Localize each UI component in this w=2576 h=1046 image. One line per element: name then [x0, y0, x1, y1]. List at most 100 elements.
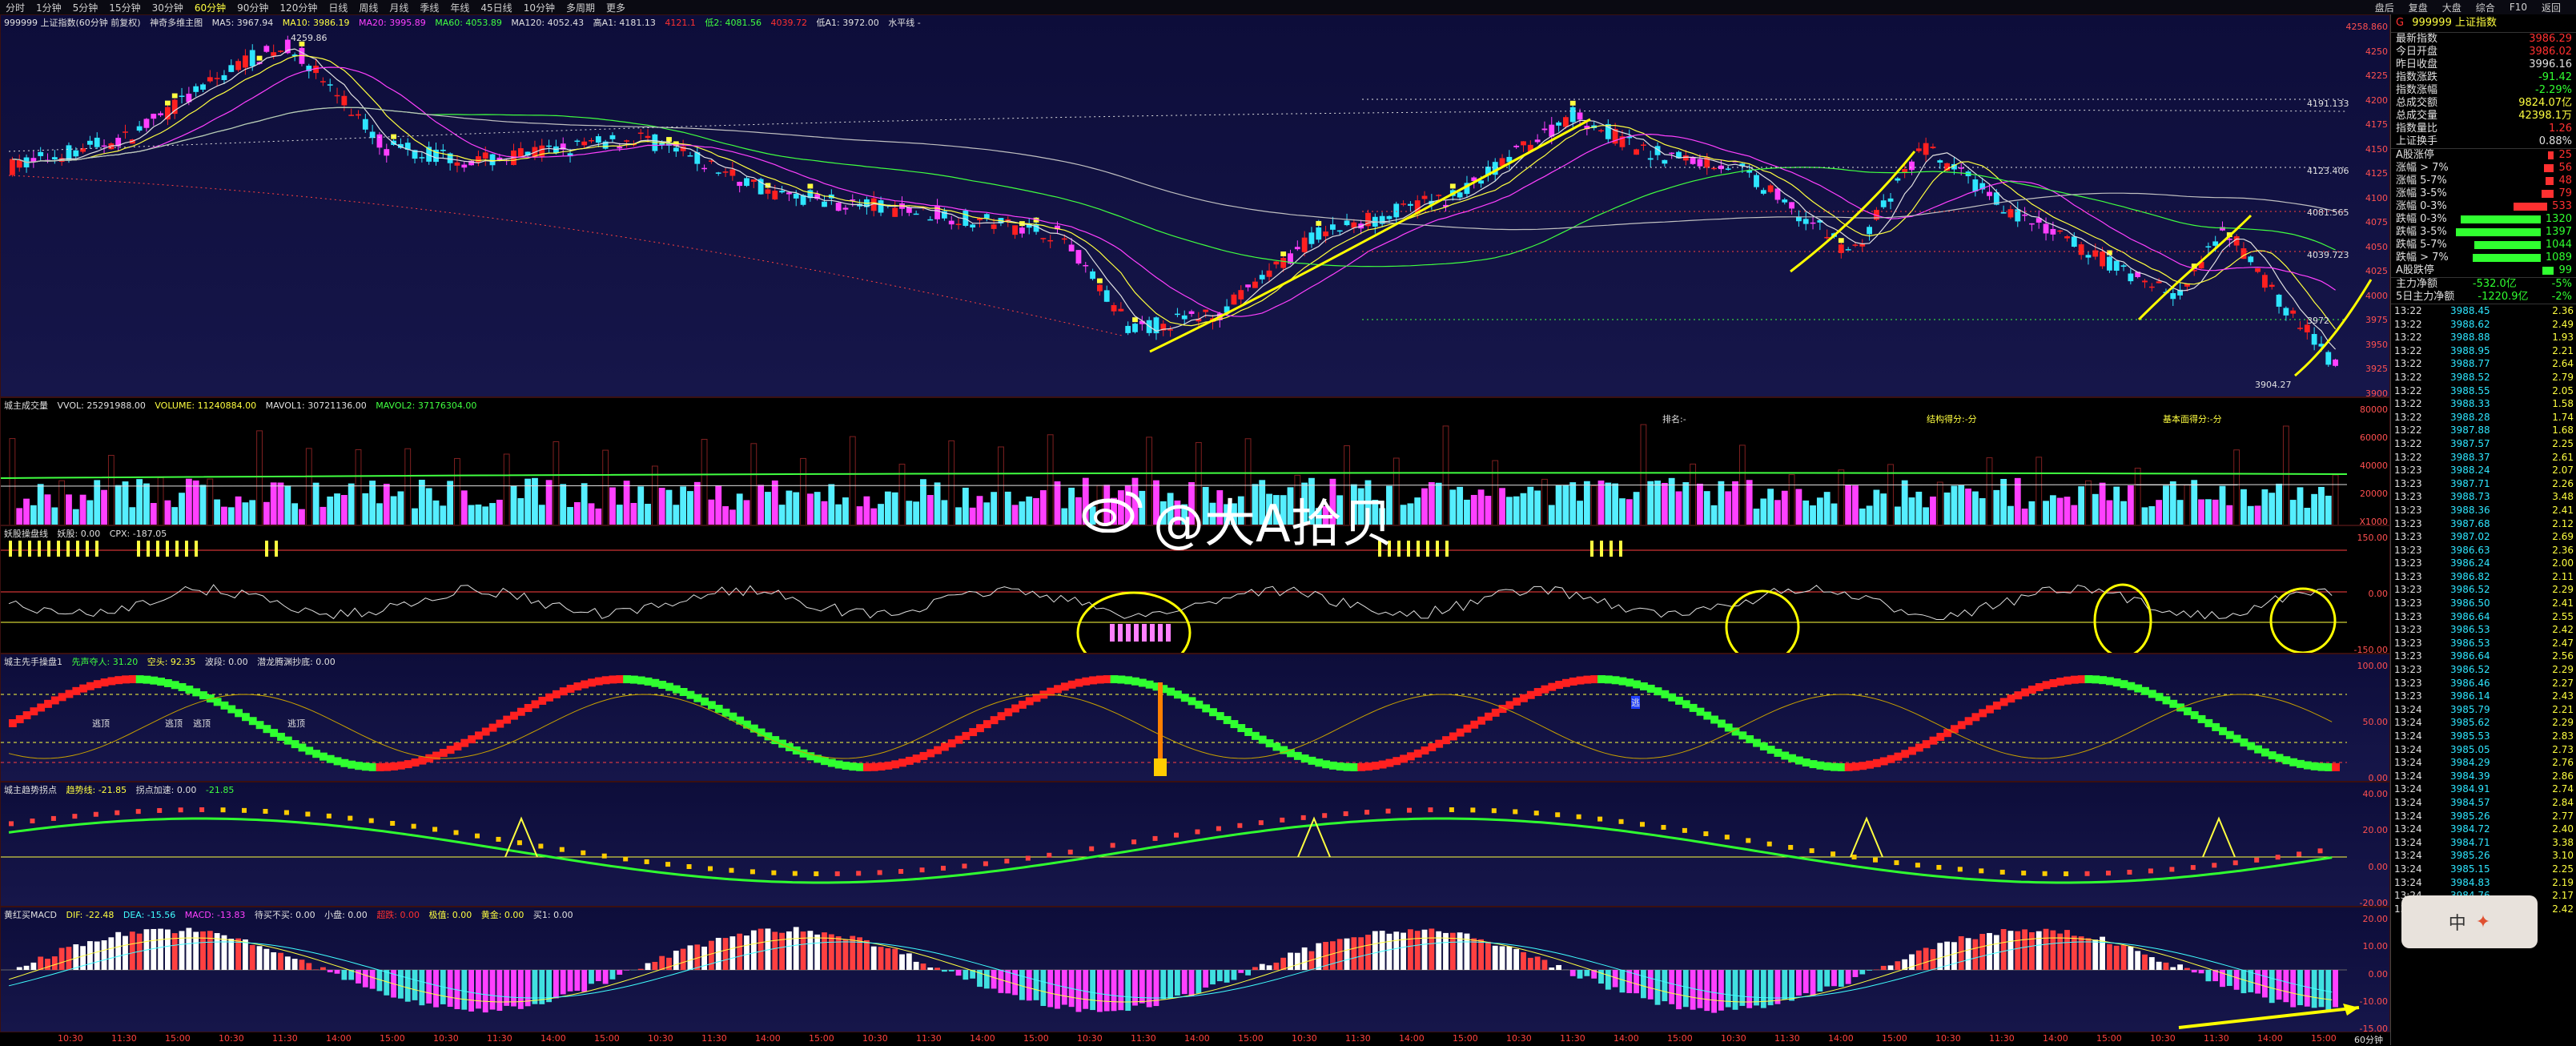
period-tab-9[interactable]: 周线: [353, 1, 384, 14]
top-menu-3[interactable]: 综合: [2469, 1, 2502, 14]
candle: [2142, 279, 2148, 288]
low-price-label: 3904.27: [2255, 380, 2292, 390]
volume-bar: [1683, 483, 1689, 525]
trend-marker: [1089, 847, 1094, 851]
wave-segment: [1124, 676, 1132, 684]
period-tab-6[interactable]: 90分钟: [231, 1, 274, 14]
time-label: 11:30: [1345, 1033, 1371, 1044]
volume-bar: [709, 500, 714, 525]
tick-time: 13:22: [2394, 384, 2450, 398]
volume-bar: [603, 450, 609, 525]
wave-segment: [1174, 690, 1182, 698]
wave-segment: [319, 753, 328, 761]
wave-segment: [2304, 762, 2312, 770]
period-tab-3[interactable]: 15分钟: [103, 1, 146, 14]
period-tab-12[interactable]: 年线: [444, 1, 475, 14]
wave-segment: [1760, 742, 1768, 750]
floating-badge[interactable]: 中 ✦: [2401, 895, 2538, 948]
macd-histogram-bar: [942, 970, 947, 972]
flow-key: 主力净额: [2396, 278, 2437, 291]
volume-bar: [1450, 490, 1456, 525]
period-tab-0[interactable]: 分时: [0, 1, 30, 14]
macd-panel[interactable]: 黄红买MACD DIF: -22.48 DEA: -15.56 MACD: -1…: [0, 907, 2390, 1032]
top-menu-0[interactable]: 盘后: [2368, 1, 2401, 14]
macd-histogram-bar: [2262, 970, 2268, 997]
axis-label: 40000: [2360, 461, 2388, 471]
breadth-value: 48: [2558, 175, 2572, 187]
time-label: 11:30: [2204, 1033, 2229, 1044]
oscillator-1-title: 妖股操盘线: [4, 529, 48, 539]
wave-segment: [136, 675, 144, 683]
top-menu-1[interactable]: 复盘: [2401, 1, 2435, 14]
macd-histogram-bar: [257, 946, 263, 970]
wave-segment: [1400, 754, 1408, 762]
tick-time: 13:24: [2394, 703, 2450, 717]
axis-label: 40.00: [2363, 789, 2389, 799]
time-label: 10:30: [1292, 1033, 1317, 1044]
time-label: 10:30: [58, 1033, 83, 1044]
breadth-row: A股涨停25: [2391, 149, 2576, 162]
period-tab-8[interactable]: 日线: [323, 1, 353, 14]
stat-row: 上证换手0.88%: [2391, 135, 2576, 148]
period-tab-10[interactable]: 月线: [384, 1, 414, 14]
wave-segment: [390, 762, 398, 770]
wave-segment: [962, 732, 970, 740]
tick-price: 3985.26: [2450, 849, 2530, 863]
wave-segment: [1111, 675, 1119, 683]
volume-bar: [991, 493, 997, 525]
top-menu-5[interactable]: 返回: [2534, 1, 2568, 14]
signal-bar: [38, 541, 41, 557]
breadth-bar-fill: [2548, 151, 2554, 159]
tick-row: 13:233986.632.36: [2391, 544, 2576, 557]
trend-marker: [1195, 830, 1200, 835]
volume-bar: [377, 504, 383, 525]
period-tab-11[interactable]: 季线: [414, 1, 444, 14]
main-indicator[interactable]: 神奇多维主图: [150, 18, 203, 28]
candle: [822, 195, 827, 207]
wave-segment: [680, 688, 688, 696]
candle: [490, 154, 496, 171]
circle-annotation: [1078, 593, 1190, 654]
wave-segment: [460, 739, 468, 747]
period-tab-5[interactable]: 60分钟: [189, 1, 231, 14]
period-tab-16[interactable]: 更多: [601, 1, 631, 14]
tick-row: 13:233987.022.69: [2391, 530, 2576, 544]
wave-segment: [1272, 742, 1280, 750]
candle: [1485, 160, 1491, 181]
period-tab-7[interactable]: 120分钟: [274, 1, 323, 14]
top-menu-2[interactable]: 大盘: [2435, 1, 2469, 14]
period-tab-4[interactable]: 30分钟: [147, 1, 189, 14]
flow-value: -1220.9亿: [2478, 291, 2528, 304]
oscillator-panel-2[interactable]: 城主先手操盘1 先声夺人: 31.20 空头: 92.35 波段: 0.00 潜…: [0, 654, 2390, 782]
main-chart-panel[interactable]: 999999 上证指数(60分钟 前复权) 神奇多维主图 MA5: 3967.9…: [0, 14, 2390, 397]
wave-segment: [1718, 719, 1726, 727]
candlestick-chart[interactable]: [1, 15, 2390, 397]
tick-volume: 2.55: [2530, 610, 2574, 624]
signal-bar: [1126, 624, 1131, 642]
tick-volume: 2.40: [2530, 823, 2574, 836]
period-tab-13[interactable]: 45日线: [475, 1, 517, 14]
macd-histogram-bar: [1330, 941, 1336, 970]
macd-histogram-bar: [207, 931, 213, 970]
time-label: 11:30: [1774, 1033, 1800, 1044]
main-chart-header: 999999 上证指数(60分钟 前复权) 神奇多维主图 MA5: 3967.9…: [4, 16, 927, 29]
period-tab-2[interactable]: 5分钟: [67, 1, 104, 14]
period-tab-15[interactable]: 多周期: [561, 1, 601, 14]
trend-marker: [1725, 835, 1730, 839]
volume-bar: [1626, 500, 1632, 525]
breadth-row: 跌幅 3-5%1397: [2391, 226, 2576, 239]
wave-segment: [1930, 737, 1938, 745]
tick-volume: 2.47: [2530, 637, 2574, 650]
volume-bar: [1966, 489, 1971, 525]
trend-panel[interactable]: 城主趋势拐点 趋势线: -21.85 拐点加速: 0.00 -21.85 40.…: [0, 782, 2390, 907]
volume-bar: [624, 481, 629, 525]
macd-histogram-bar: [1648, 970, 1654, 1000]
signal-bar: [28, 541, 31, 557]
tick-list[interactable]: 13:223988.452.3613:223988.622.4913:22398…: [2391, 304, 2576, 915]
signal-bar: [175, 541, 179, 557]
top-menu-4[interactable]: F10: [2502, 2, 2534, 13]
volume-bar: [906, 501, 912, 525]
candle: [1111, 303, 1117, 316]
period-tab-14[interactable]: 10分钟: [518, 1, 561, 14]
period-tab-1[interactable]: 1分钟: [30, 1, 67, 14]
